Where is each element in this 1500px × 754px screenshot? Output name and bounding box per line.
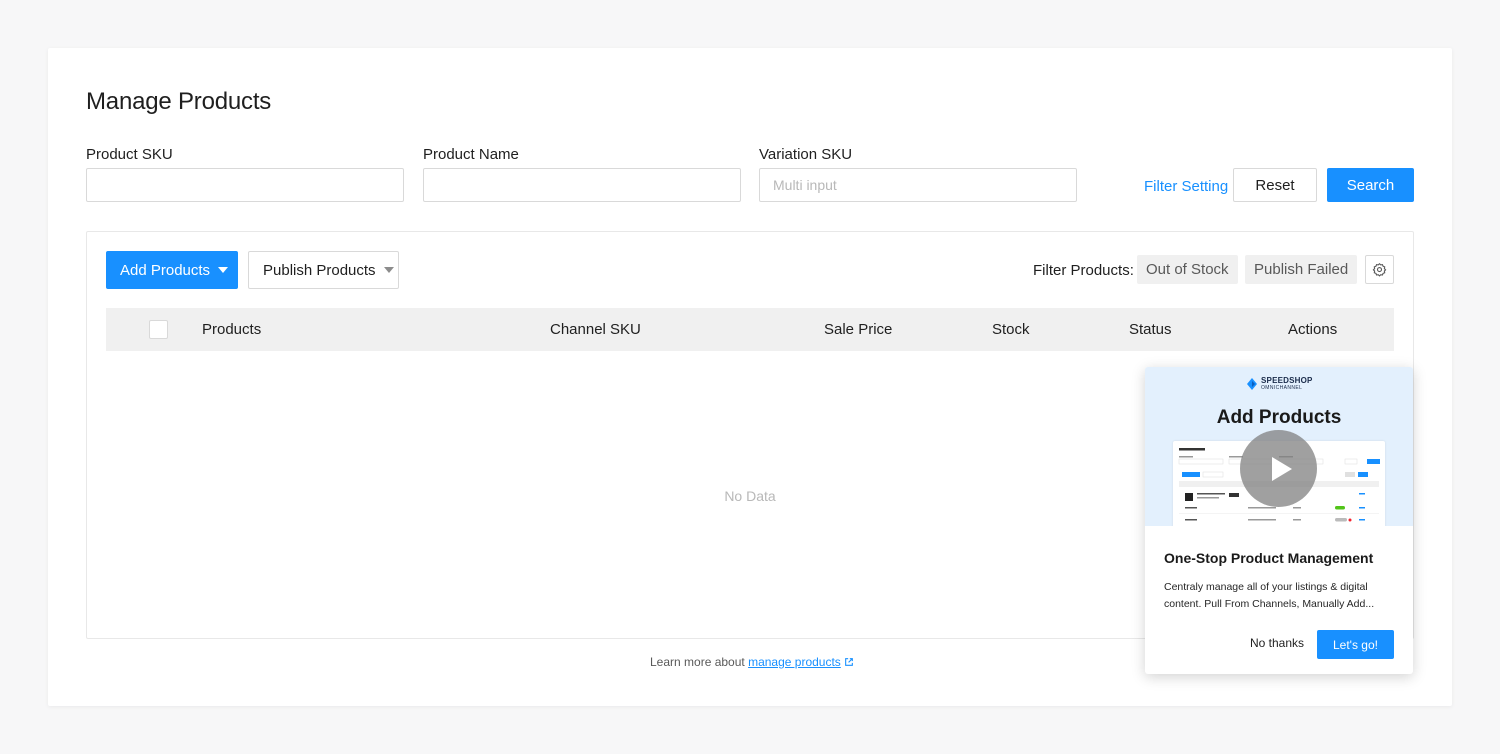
filter-products-label: Filter Products:: [1033, 262, 1134, 279]
column-stock: Stock: [992, 321, 1030, 338]
publish-products-button[interactable]: Publish Products: [248, 251, 399, 289]
speedshop-logo-icon: [1247, 378, 1257, 390]
popup-video-preview[interactable]: SPEEDSHOP OMNICHANNEL Add Products: [1145, 367, 1413, 526]
caret-down-icon: [218, 266, 229, 273]
page-title: Manage Products: [86, 88, 272, 115]
variation-sku-label: Variation SKU: [759, 146, 853, 163]
popup-title: One-Stop Product Management: [1164, 550, 1374, 566]
reset-button[interactable]: Reset: [1233, 168, 1317, 202]
column-channel-sku: Channel SKU: [550, 321, 641, 338]
play-icon: [1271, 456, 1292, 481]
filter-setting-link[interactable]: Filter Setting: [1144, 178, 1228, 195]
lets-go-button[interactable]: Let's go!: [1317, 630, 1394, 659]
publish-products-label: Publish Products: [263, 261, 376, 279]
product-sku-input[interactable]: [86, 168, 404, 202]
column-sale-price: Sale Price: [824, 321, 893, 338]
variation-sku-input[interactable]: [759, 168, 1077, 202]
product-name-label: Product Name: [423, 146, 519, 163]
column-products: Products: [202, 321, 262, 338]
product-sku-label: Product SKU: [86, 146, 173, 163]
product-name-input[interactable]: [423, 168, 741, 202]
no-thanks-button[interactable]: No thanks: [1250, 636, 1304, 650]
product-name-field: Product Name: [423, 146, 741, 202]
speedshop-brand: SPEEDSHOP OMNICHANNEL: [1247, 377, 1313, 391]
popup-hero-title: Add Products: [1216, 407, 1342, 428]
brand-name: SPEEDSHOP: [1261, 376, 1313, 385]
brand-subtitle: OMNICHANNEL: [1261, 385, 1303, 391]
publish-failed-filter-chip[interactable]: Publish Failed: [1245, 255, 1358, 284]
learn-more-text: Learn more about manage products: [650, 655, 854, 669]
caret-down-icon: [383, 266, 394, 273]
popup-description: Centraly manage all of your listings & d…: [1164, 581, 1375, 610]
variation-sku-field: Variation SKU: [759, 146, 1077, 202]
learn-more-prefix: Learn more about: [650, 655, 745, 669]
search-button[interactable]: Search: [1327, 168, 1414, 202]
column-settings-button[interactable]: [1365, 255, 1394, 284]
column-actions: Actions: [1288, 321, 1338, 338]
add-products-button[interactable]: Add Products: [106, 251, 238, 289]
table-header: Products Channel SKU Sale Price Stock St…: [106, 308, 1394, 351]
play-video-button[interactable]: [1240, 430, 1317, 507]
product-sku-field: Product SKU: [86, 146, 404, 202]
out-of-stock-filter-chip[interactable]: Out of Stock: [1137, 255, 1238, 284]
onboarding-popup: SPEEDSHOP OMNICHANNEL Add Products One-S…: [1145, 367, 1413, 674]
add-products-label: Add Products: [120, 261, 211, 279]
column-status: Status: [1129, 321, 1172, 338]
external-link-icon[interactable]: [844, 657, 854, 667]
select-all-checkbox[interactable]: [149, 320, 168, 339]
gear-icon: [1372, 262, 1387, 277]
manage-products-link[interactable]: manage products: [748, 655, 841, 669]
